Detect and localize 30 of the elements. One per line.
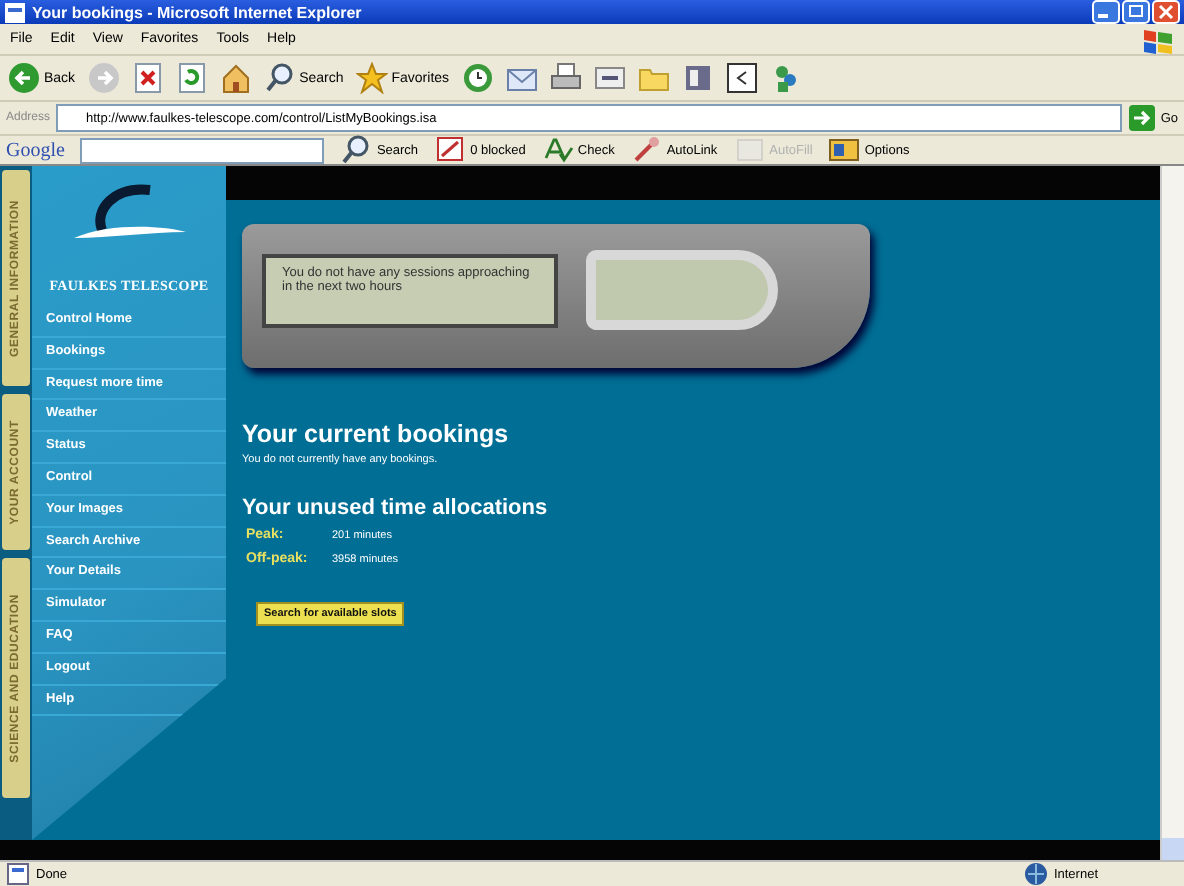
spell-check-icon[interactable] <box>541 134 574 166</box>
window-title: Your bookings - Microsoft Internet Explorer <box>32 3 362 21</box>
search-icon[interactable] <box>340 134 373 166</box>
wand-icon[interactable] <box>630 134 663 166</box>
scrollbar[interactable] <box>1160 166 1184 860</box>
minimize-icon[interactable] <box>1092 0 1120 24</box>
printer-icon[interactable] <box>549 62 582 94</box>
google-search-field[interactable] <box>80 137 325 163</box>
globe-icon[interactable] <box>1023 862 1048 886</box>
form-icon[interactable] <box>733 134 766 166</box>
window-icon[interactable] <box>725 62 758 94</box>
go-arrow-icon[interactable] <box>1128 104 1157 132</box>
search-icon[interactable] <box>263 62 296 94</box>
maximize-icon[interactable] <box>1122 0 1150 24</box>
windows-flag-icon[interactable] <box>1142 25 1174 53</box>
section-heading: Your unused time allocations <box>242 496 548 520</box>
section-heading: Your current bookings <box>242 420 509 448</box>
books-icon[interactable] <box>681 62 714 94</box>
star-icon[interactable] <box>355 62 388 94</box>
home-icon[interactable] <box>219 62 252 94</box>
stop-icon[interactable] <box>131 62 164 94</box>
refresh-icon[interactable] <box>175 62 208 94</box>
blocked-window-icon[interactable] <box>434 134 467 166</box>
page-icon[interactable] <box>6 862 30 886</box>
page-icon[interactable] <box>4 1 26 23</box>
clock-icon[interactable] <box>461 62 494 94</box>
options-icon[interactable] <box>828 134 861 166</box>
document-icon[interactable] <box>593 62 626 94</box>
close-icon[interactable] <box>1152 0 1180 24</box>
google-logo[interactable]: Google <box>6 139 65 161</box>
